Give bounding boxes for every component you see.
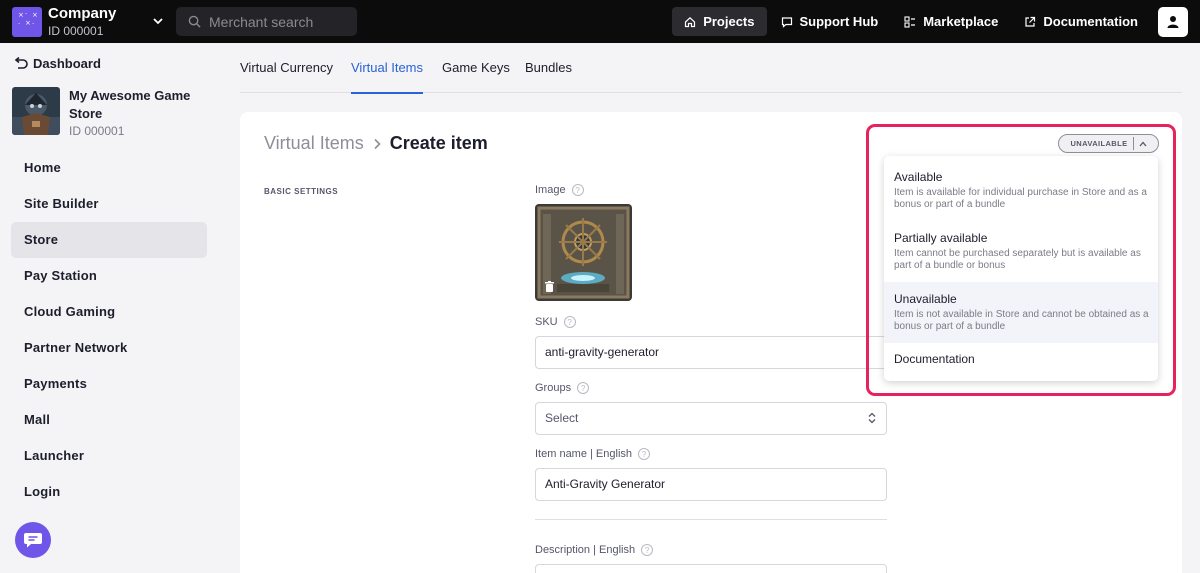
sidebar-item-partner-network[interactable]: Partner Network [11,330,207,366]
help-icon[interactable]: ? [577,382,590,394]
item-name-label-row: Item name | English ? [535,448,651,460]
description-label: Description | English [535,544,636,556]
sidebar-item-payments[interactable]: Payments [11,366,207,402]
tab-virtual-currency[interactable]: Virtual Currency [240,43,333,93]
description-field[interactable] [535,564,887,573]
tab-game-keys[interactable]: Game Keys [442,43,510,93]
sidebar-item-store[interactable]: Store [11,222,207,258]
sku-field[interactable]: anti-gravity-generator [535,336,887,369]
tab-bundles[interactable]: Bundles [525,43,572,93]
help-icon[interactable]: ? [571,184,584,196]
project-card[interactable]: My Awesome Game Store ID 000001 [12,87,209,140]
chevron-down-icon[interactable] [152,15,164,27]
user-avatar[interactable] [1158,6,1188,37]
sidebar-item-launcher[interactable]: Launcher [11,438,207,474]
user-icon [1167,15,1179,28]
nav-marketplace[interactable]: Marketplace [892,7,1010,36]
project-name: My Awesome Game Store [69,88,191,121]
item-type-tabs: Virtual Currency Virtual Items Game Keys… [240,43,1182,94]
breadcrumb: Virtual Items Create item [264,133,488,154]
divider [535,519,887,520]
section-label-basic-settings: BASIC SETTINGS [264,187,339,196]
search-input[interactable] [209,13,349,30]
nav-documentation-label: Documentation [1043,14,1138,29]
sidebar-item-cloud-gaming[interactable]: Cloud Gaming [11,294,207,330]
company-switcher[interactable]: × · × · × · Company ID 000001 [12,0,164,43]
home-icon [685,16,696,27]
company-id: ID 000001 [48,24,104,38]
groups-label-row: Groups ? [535,382,590,394]
chat-icon [24,533,42,548]
company-name: Company [48,5,117,22]
nav-support-hub[interactable]: Support Hub [769,7,891,36]
help-icon[interactable]: ? [563,316,576,328]
sidebar-item-home[interactable]: Home [11,150,207,186]
sidebar: Dashboard My Awesome Game Store ID 00000… [0,43,220,573]
back-arrow-icon [14,56,28,69]
top-bar: ×·× ·×· Company ID 000001 Projects Suppo… [0,0,1200,43]
apps-icon [904,15,916,28]
item-name-label: Item name | English [535,448,633,460]
item-image[interactable] [535,204,632,301]
groups-select[interactable]: Select [535,402,887,435]
dashboard-label: Dashboard [33,56,101,71]
external-link-icon [1025,16,1036,27]
nav-support-hub-label: Support Hub [799,14,879,29]
breadcrumb-parent[interactable]: Virtual Items [264,133,364,154]
chat-bubble-icon [781,16,792,28]
image-label: Image [535,184,566,196]
tab-virtual-items[interactable]: Virtual Items [351,43,424,94]
description-label-row: Description | English ? [535,544,654,556]
item-name-field[interactable]: Anti-Gravity Generator [535,468,887,501]
sidebar-item-login[interactable]: Login [11,474,207,510]
groups-placeholder: Select [545,411,579,425]
image-label-row: Image ? [535,184,584,196]
item-name-value: Anti-Gravity Generator [545,477,666,491]
project-thumbnail [12,87,60,135]
chevron-right-icon [373,138,381,150]
sku-value: anti-gravity-generator [545,345,660,359]
nav-projects[interactable]: Projects [672,7,767,36]
nav-marketplace-label: Marketplace [923,14,999,29]
nav-projects-label: Projects [703,14,755,29]
sidebar-item-site-builder[interactable]: Site Builder [11,186,207,222]
project-id: ID 000001 [69,124,125,138]
search-icon [188,15,201,28]
nav-documentation[interactable]: Documentation [1012,7,1150,36]
page-title: Create item [389,133,488,153]
help-icon[interactable]: ? [641,544,654,556]
top-nav: Projects Support Hub Marketplace Documen… [672,0,1200,43]
side-menu: Home Site Builder Store Pay Station Clou… [11,150,207,510]
sku-label-row: SKU ? [535,316,576,328]
sidebar-item-pay-station[interactable]: Pay Station [11,258,207,294]
groups-label: Groups [535,382,572,394]
chat-button[interactable] [15,522,51,558]
trash-icon[interactable] [545,281,554,292]
sidebar-item-mall[interactable]: Mall [11,402,207,438]
sku-label: SKU [535,316,558,328]
merchant-search[interactable] [176,7,357,36]
company-logo: × · × · × · [12,6,42,37]
highlight-box [866,124,1176,396]
dashboard-link[interactable]: Dashboard [13,56,101,71]
help-icon[interactable]: ? [638,448,651,460]
select-arrows-icon [868,412,876,424]
